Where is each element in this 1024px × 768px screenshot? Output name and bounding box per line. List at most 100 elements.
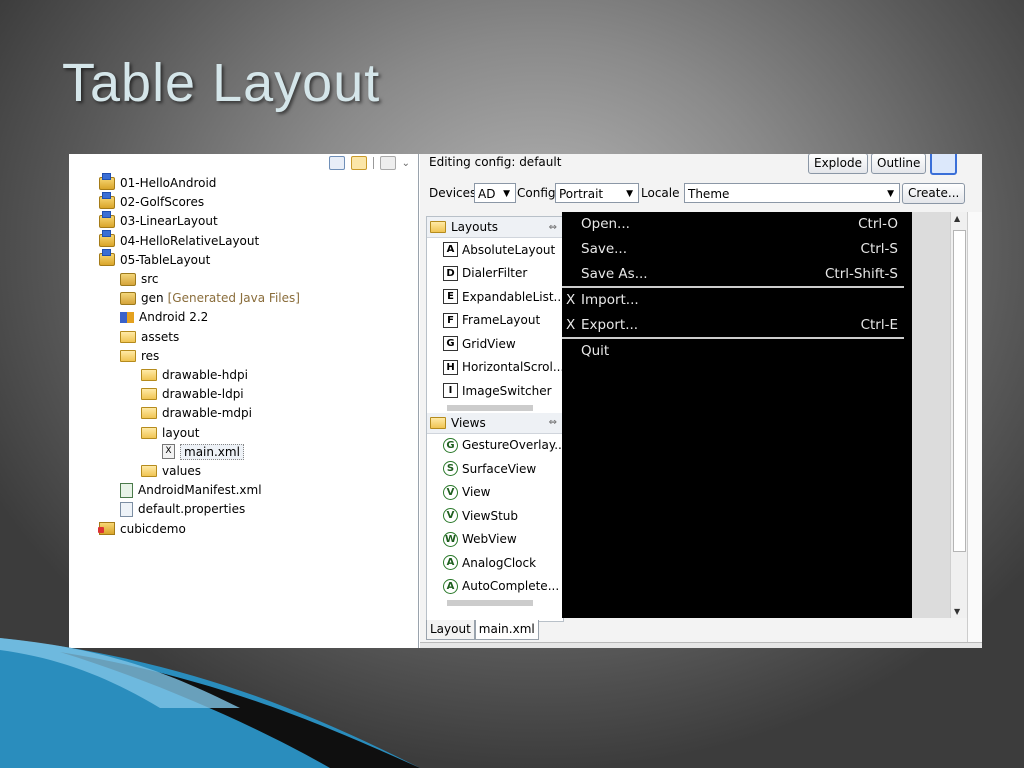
menu-item-label: Quit bbox=[581, 343, 610, 359]
right-panel-edge bbox=[967, 212, 982, 642]
tree-item[interactable]: Xmain.xml bbox=[162, 443, 244, 461]
scroll-down-icon[interactable]: ▼ bbox=[954, 607, 960, 616]
collapse-toggle-icon[interactable]: ⇔ bbox=[549, 417, 557, 428]
tab-layout[interactable]: Layout bbox=[426, 620, 475, 640]
menu-item[interactable]: X Export... Ctrl-E bbox=[562, 315, 902, 335]
palette-header-label: Views bbox=[451, 415, 486, 430]
explorer-toolbar: ⌄ bbox=[328, 154, 410, 172]
tree-item-label: Android 2.2 bbox=[139, 310, 209, 325]
collapse-toggle-icon[interactable]: ⇔ bbox=[549, 222, 557, 233]
tree-item[interactable]: 01-HelloAndroid bbox=[99, 172, 216, 192]
locale-label: Locale bbox=[641, 186, 680, 200]
menu-item[interactable]: Open... Ctrl-O bbox=[562, 214, 902, 234]
scroll-up-icon[interactable]: ▲ bbox=[954, 214, 960, 223]
link-with-editor-icon[interactable] bbox=[350, 156, 367, 170]
widget-badge-icon: G bbox=[443, 336, 458, 352]
menu-item-label: Save... bbox=[581, 241, 628, 257]
palette-item[interactable]: G GestureOverlay... bbox=[427, 434, 563, 458]
palette-item[interactable]: I ImageSwitcher bbox=[427, 379, 563, 403]
tree-item[interactable]: drawable-ldpi bbox=[141, 385, 244, 403]
vertical-scrollbar[interactable]: ▲ ▼ bbox=[950, 212, 967, 618]
palette-item[interactable]: A AutoComplete... bbox=[427, 575, 563, 599]
tree-item[interactable]: layout bbox=[141, 424, 199, 442]
chevron-down-icon[interactable]: ⌄ bbox=[402, 158, 410, 169]
folder-icon bbox=[141, 407, 157, 420]
menu-item[interactable]: Save... Ctrl-S bbox=[562, 239, 902, 259]
palette-item[interactable]: V ViewStub bbox=[427, 504, 563, 528]
tree-item-label: 04-HelloRelativeLayout bbox=[120, 233, 260, 248]
palette-item[interactable]: E ExpandableList... bbox=[427, 285, 563, 309]
layout-editor: Editing config: default Explode Outline … bbox=[420, 154, 982, 648]
config-select[interactable]: Portrait ▼ bbox=[555, 183, 639, 203]
menu-item[interactable]: Save As... Ctrl-Shift-S bbox=[562, 264, 902, 284]
editing-config-label: Editing config: default bbox=[429, 155, 562, 169]
tree-item[interactable]: drawable-mdpi bbox=[141, 404, 252, 422]
explode-button[interactable]: Explode bbox=[808, 154, 868, 174]
palette-item[interactable]: V View bbox=[427, 481, 563, 505]
palette-item[interactable]: W WebView bbox=[427, 528, 563, 552]
scroll-thumb[interactable] bbox=[953, 230, 966, 552]
menu-item[interactable]: X Import... bbox=[562, 290, 902, 310]
tree-item[interactable]: assets bbox=[120, 328, 179, 346]
tree-item[interactable]: drawable-hdpi bbox=[141, 366, 248, 384]
view-menu-icon[interactable] bbox=[379, 156, 396, 170]
palette-item[interactable]: H HorizontalScrol... bbox=[427, 356, 563, 380]
device-canvas[interactable]: Open... Ctrl-O Save... Ctrl-S Save As... Ctrl… bbox=[562, 212, 912, 618]
tree-item-note: [Generated Java Files] bbox=[167, 291, 300, 306]
menu-separator bbox=[562, 286, 904, 288]
tree-item[interactable]: 02-GolfScores bbox=[99, 191, 204, 211]
tree-item-label: layout bbox=[162, 425, 200, 440]
tree-item[interactable]: default.properties bbox=[120, 500, 245, 518]
tree-item[interactable]: 05-TableLayout bbox=[99, 249, 210, 269]
tree-item-label: 03-LinearLayout bbox=[120, 214, 218, 229]
screen-toggle-icon[interactable] bbox=[930, 154, 957, 175]
tab-main-xml[interactable]: main.xml bbox=[474, 620, 539, 640]
palette-item-label: FrameLayout bbox=[462, 313, 541, 328]
palette-item-label: ImageSwitcher bbox=[462, 383, 552, 398]
tree-item[interactable]: Android 2.2 bbox=[120, 308, 208, 326]
palette-item[interactable]: G GridView bbox=[427, 332, 563, 356]
tree-item[interactable]: src bbox=[120, 270, 159, 288]
decorative-swoosh bbox=[0, 638, 420, 768]
dropdown-arrow-icon: ▼ bbox=[503, 189, 510, 199]
tree-item[interactable]: res bbox=[120, 347, 159, 365]
folder-open-icon bbox=[430, 416, 446, 429]
tree-item[interactable]: 04-HelloRelativeLayout bbox=[99, 230, 260, 250]
devices-select[interactable]: AD ▼ bbox=[474, 183, 516, 203]
tree-item-label: default.properties bbox=[138, 502, 246, 517]
create-button[interactable]: Create... bbox=[902, 183, 966, 204]
tree-item[interactable]: AndroidManifest.xml bbox=[120, 481, 262, 499]
palette-item[interactable]: F FrameLayout bbox=[427, 309, 563, 333]
widget-badge-icon: S bbox=[443, 461, 458, 477]
tree-item-label: drawable-mdpi bbox=[162, 406, 252, 421]
tree-item[interactable]: gen [Generated Java Files] bbox=[120, 289, 300, 307]
widget-badge-icon: A bbox=[443, 555, 458, 571]
palette-item[interactable]: S SurfaceView bbox=[427, 457, 563, 481]
theme-value: Theme bbox=[688, 187, 730, 201]
tree-item[interactable]: cubicdemo bbox=[98, 520, 186, 538]
palette-item-label: AnalogClock bbox=[462, 555, 537, 570]
menu-item[interactable]: Quit bbox=[562, 341, 902, 361]
widget-badge-icon: I bbox=[443, 383, 458, 399]
widget-badge-icon: F bbox=[443, 312, 458, 328]
palette-item-label: HorizontalScrol... bbox=[462, 360, 564, 375]
palette-header-views[interactable]: Views ⇔ bbox=[427, 412, 563, 434]
palette-item[interactable]: A AbsoluteLayout bbox=[427, 238, 563, 262]
tree-item-label: cubicdemo bbox=[120, 521, 186, 536]
tree-item[interactable]: 03-LinearLayout bbox=[99, 210, 218, 230]
palette-item[interactable]: D DialerFilter bbox=[427, 262, 563, 286]
outline-button[interactable]: Outline bbox=[871, 154, 927, 174]
palette-item[interactable]: A AnalogClock bbox=[427, 551, 563, 575]
tree-item-label: values bbox=[162, 464, 202, 478]
tree-item-label: main.xml bbox=[180, 443, 244, 460]
theme-select[interactable]: Theme ▼ bbox=[684, 183, 900, 203]
tree-item[interactable]: values bbox=[141, 462, 201, 480]
config-label: Config bbox=[517, 186, 556, 200]
folder-icon bbox=[120, 330, 136, 343]
widget-badge-icon: H bbox=[443, 359, 458, 375]
palette-header-layouts[interactable]: Layouts ⇔ bbox=[427, 217, 563, 238]
eclipse-screenshot: ⌄ 01-HelloAndroid 02-GolfScores 03-LinearL… bbox=[69, 154, 982, 648]
folder-icon bbox=[141, 369, 157, 381]
collapse-all-icon[interactable] bbox=[328, 156, 345, 170]
palette-item-label: WebView bbox=[462, 532, 517, 547]
